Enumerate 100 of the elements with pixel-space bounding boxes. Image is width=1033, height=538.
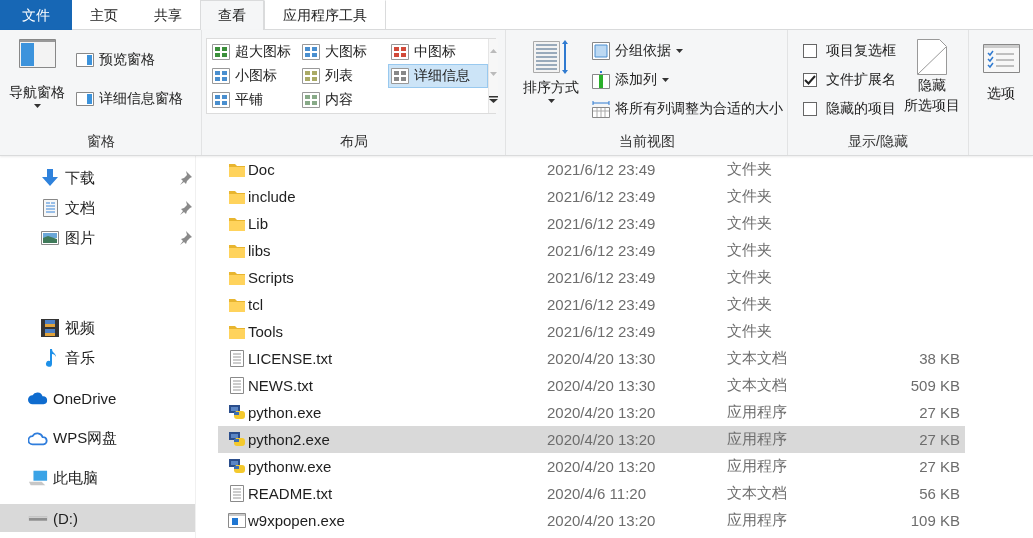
file-type: 文件夹: [727, 295, 773, 314]
view-icon: [302, 44, 320, 60]
download-arrow-icon: [41, 169, 59, 187]
navigation-item[interactable]: 音乐: [0, 343, 195, 373]
navigation-pane-button[interactable]: 导航窗格: [9, 39, 65, 108]
file-row[interactable]: NEWS.txt 2020/4/20 13:30 文本文档 509 KB: [218, 372, 965, 399]
file-type: 文本文档: [727, 376, 788, 395]
document-icon: [42, 199, 58, 217]
file-size: 38 KB: [918, 350, 960, 367]
file-type: 应用程序: [727, 457, 788, 476]
view-icon: [212, 92, 230, 108]
checkbox[interactable]: [803, 72, 817, 87]
columns-icon: [592, 70, 610, 89]
file-row[interactable]: Doc 2021/6/12 23:49 文件夹: [218, 156, 965, 183]
date-modified: 2021/6/12 23:49: [547, 269, 657, 286]
view-icon: [302, 68, 320, 84]
date-modified: 2021/6/12 23:49: [547, 215, 657, 232]
drive-icon: [28, 513, 48, 523]
layout-option[interactable]: 中图标: [388, 40, 488, 64]
column-width-icon: [592, 99, 610, 118]
file-size: 27 KB: [918, 404, 960, 421]
file-row[interactable]: Tools 2021/6/12 23:49 文件夹: [218, 318, 965, 345]
navigation-item[interactable]: OneDrive: [0, 383, 195, 413]
date-modified: 2020/4/20 13:20: [547, 512, 657, 529]
checkbox[interactable]: [803, 43, 817, 58]
group-label: 窗格: [85, 132, 116, 151]
layout-option[interactable]: 列表: [299, 64, 388, 88]
python-icon: [227, 404, 246, 421]
size-all-columns-button[interactable]: 将所有列调整为合适的大小: [592, 96, 783, 121]
file-type: 文本文档: [727, 484, 788, 503]
file-row[interactable]: Scripts 2021/6/12 23:49 文件夹: [218, 264, 965, 291]
ribbon-tab[interactable]: 查看: [200, 0, 264, 30]
file-row[interactable]: python2.exe 2020/4/20 13:20 应用程序 27 KB: [218, 426, 965, 453]
application-icon: [227, 513, 246, 528]
file-row[interactable]: README.txt 2020/4/6 11:20 文本文档 56 KB: [218, 480, 965, 507]
preview-pane-button[interactable]: 预览窗格: [76, 47, 183, 73]
file-type: 文件夹: [727, 268, 773, 287]
layout-option[interactable]: 超大图标: [209, 40, 299, 64]
details-pane-button[interactable]: 详细信息窗格: [76, 86, 183, 112]
file-name: include: [248, 188, 297, 205]
view-icon: [391, 68, 409, 84]
cloud-icon: [28, 391, 48, 405]
file-row[interactable]: python.exe 2020/4/20 13:20 应用程序 27 KB: [218, 399, 965, 426]
date-modified: 2021/6/12 23:49: [547, 161, 657, 178]
layout-option[interactable]: 大图标: [299, 40, 388, 64]
date-modified: 2020/4/20 13:30: [547, 350, 657, 367]
folder-icon: [228, 297, 245, 312]
navigation-item[interactable]: 图片: [0, 223, 195, 253]
file-name: pythonw.exe: [248, 458, 333, 475]
options-button[interactable]: 选项: [969, 30, 1033, 103]
folder-icon: [228, 270, 245, 285]
folder-icon: [228, 324, 245, 339]
file-name: w9xpopen.exe: [248, 512, 346, 529]
ribbon-tab[interactable]: 共享: [136, 0, 200, 30]
file-row[interactable]: Lib 2021/6/12 23:49 文件夹: [218, 210, 965, 237]
ribbon-tab[interactable]: 文件: [0, 0, 72, 30]
navigation-item[interactable]: (D:): [0, 504, 195, 532]
group-icon: [592, 41, 610, 60]
file-type: 文件夹: [727, 322, 773, 341]
file-name: python.exe: [248, 404, 323, 421]
navigation-item[interactable]: 此电脑: [0, 463, 195, 493]
view-icon: [302, 92, 320, 108]
checkbox-label: 项目复选框: [826, 41, 896, 60]
sort-by-button[interactable]: 排序方式: [523, 39, 579, 103]
add-columns-button[interactable]: 添加列: [592, 67, 783, 92]
group-by-button[interactable]: 分组依据: [592, 38, 783, 63]
navigation-item[interactable]: 文档: [0, 193, 195, 223]
ribbon-tab[interactable]: 主页: [72, 0, 136, 30]
file-size: 27 KB: [918, 458, 960, 475]
navigation-pane-icon: [18, 39, 56, 68]
layout-option[interactable]: 平铺: [209, 88, 299, 112]
folder-icon: [228, 243, 245, 258]
layout-option[interactable]: 内容: [299, 88, 388, 112]
view-icon: [212, 68, 230, 84]
layout-option[interactable]: 小图标: [209, 64, 299, 88]
folder-icon: [228, 189, 245, 204]
python-icon: [227, 431, 246, 448]
cloud-outline-icon: [28, 430, 48, 446]
file-row[interactable]: w9xpopen.exe 2020/4/20 13:20 应用程序 109 KB: [218, 507, 965, 534]
date-modified: 2020/4/20 13:20: [547, 404, 657, 421]
file-name: libs: [248, 242, 272, 259]
file-row[interactable]: tcl 2021/6/12 23:49 文件夹: [218, 291, 965, 318]
file-row[interactable]: pythonw.exe 2020/4/20 13:20 应用程序 27 KB: [218, 453, 965, 480]
file-row[interactable]: LICENSE.txt 2020/4/20 13:30 文本文档 38 KB: [218, 345, 965, 372]
date-modified: 2020/4/20 13:30: [547, 377, 657, 394]
checkbox[interactable]: [803, 101, 817, 116]
navigation-item[interactable]: WPS网盘: [0, 423, 195, 453]
navigation-item[interactable]: 下载: [0, 163, 195, 193]
text-file-icon: [229, 350, 244, 367]
file-type: 文件夹: [727, 187, 773, 206]
file-name: Doc: [248, 161, 276, 178]
navigation-item[interactable]: 视频: [0, 313, 195, 343]
date-modified: 2021/6/12 23:49: [547, 188, 657, 205]
group-label: 布局: [338, 132, 369, 151]
hide-selected-button[interactable]: 隐藏 所选项目: [904, 30, 960, 129]
file-row[interactable]: include 2021/6/12 23:49 文件夹: [218, 183, 965, 210]
layout-option[interactable]: 详细信息: [388, 64, 488, 88]
file-row[interactable]: libs 2021/6/12 23:49 文件夹: [218, 237, 965, 264]
file-type: 应用程序: [727, 430, 788, 449]
more-icon[interactable]: [489, 96, 498, 104]
